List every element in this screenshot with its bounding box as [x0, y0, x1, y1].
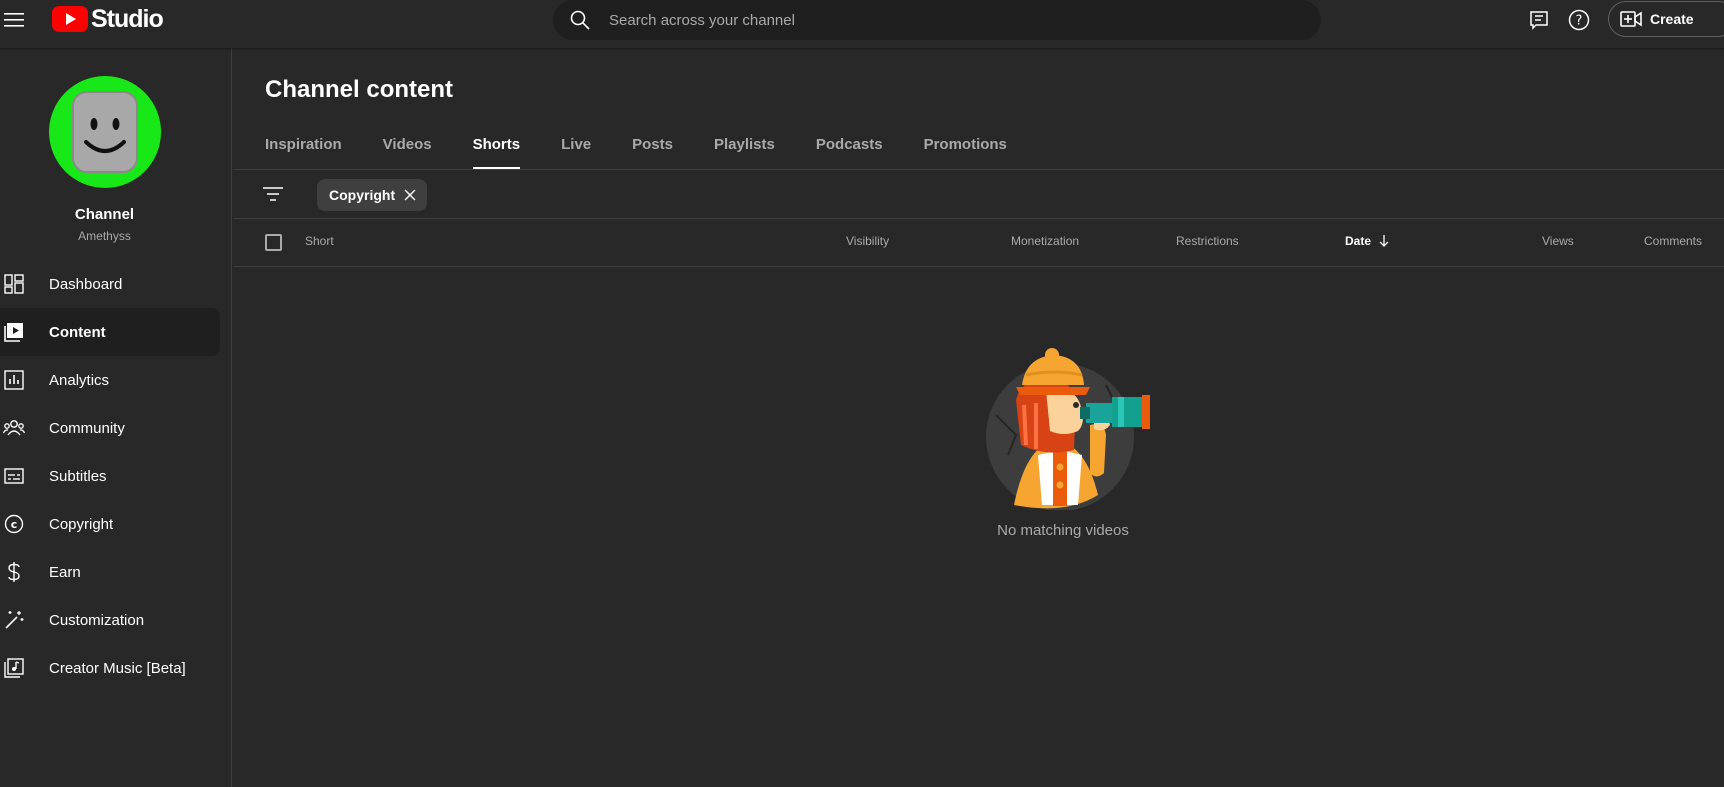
main-content: Channel content Inspiration Videos Short…: [233, 48, 1724, 787]
sidebar: Channel Amethyss Dashboard Content Analy…: [0, 48, 232, 787]
analytics-icon: [3, 369, 25, 391]
sidebar-item-label: Community: [49, 419, 125, 437]
dollar-icon: [3, 561, 25, 583]
sidebar-item-customization[interactable]: Customization: [0, 596, 220, 644]
music-icon: [3, 657, 25, 679]
sidebar-item-label: Copyright: [49, 515, 114, 533]
column-header-restrictions: Restrictions: [1176, 234, 1239, 248]
tab-shorts[interactable]: Shorts: [472, 136, 520, 169]
filter-icon: [263, 187, 283, 201]
menu-icon: [4, 13, 24, 27]
feedback-icon: [1530, 11, 1548, 30]
search-input[interactable]: [609, 11, 1289, 29]
create-video-icon: [1620, 11, 1642, 27]
avatar[interactable]: [49, 76, 161, 188]
channel-handle: Amethyss: [78, 229, 131, 243]
tab-playlists[interactable]: Playlists: [714, 136, 775, 169]
search-bar[interactable]: [553, 0, 1321, 40]
column-header-views: Views: [1542, 234, 1574, 248]
tab-videos[interactable]: Videos: [383, 136, 432, 169]
sidebar-item-label: Earn: [49, 563, 81, 581]
tabs-divider: [233, 169, 1724, 170]
feedback-button[interactable]: [1527, 8, 1551, 32]
sidebar-item-label: Creator Music [Beta]: [49, 659, 186, 677]
sidebar-item-dashboard[interactable]: Dashboard: [0, 260, 220, 308]
content-icon: [3, 321, 25, 343]
close-icon[interactable]: [403, 188, 417, 202]
filter-button[interactable]: [261, 182, 285, 206]
top-header: Studio ?: [0, 0, 1724, 48]
sidebar-item-label: Dashboard: [49, 275, 123, 293]
tab-promotions[interactable]: Promotions: [924, 136, 1007, 169]
sidebar-item-label: Customization: [49, 611, 145, 629]
column-header-date-label: Date: [1345, 234, 1372, 248]
sidebar-nav: Dashboard Content Analytics Community Su…: [0, 260, 220, 692]
sidebar-item-subtitles[interactable]: Subtitles: [0, 452, 220, 500]
studio-app: Studio ?: [0, 0, 1724, 787]
column-header-comments: Comments: [1644, 234, 1703, 248]
search-icon: [568, 8, 592, 32]
studio-logo[interactable]: Studio: [52, 4, 164, 33]
table-header: Short Visibility Monetization Restrictio…: [233, 219, 1724, 266]
content-tabs: Inspiration Videos Shorts Live Posts Pla…: [265, 136, 1048, 169]
tab-inspiration[interactable]: Inspiration: [265, 136, 342, 169]
column-header-visibility: Visibility: [846, 234, 890, 248]
sidebar-item-creator-music[interactable]: Creator Music [Beta]: [0, 644, 220, 692]
empty-state-message: No matching videos: [997, 522, 1129, 539]
filter-chip-copyright[interactable]: Copyright: [317, 179, 428, 211]
tab-live[interactable]: Live: [561, 136, 591, 169]
menu-button[interactable]: [0, 6, 28, 34]
sidebar-item-community[interactable]: Community: [0, 404, 220, 452]
channel-name: Channel: [74, 206, 135, 223]
subtitles-icon: [3, 465, 25, 487]
filter-chip-label: Copyright: [329, 187, 396, 203]
app-name: Studio: [91, 4, 164, 33]
copyright-icon: c: [3, 513, 25, 535]
community-icon: [3, 417, 25, 439]
sidebar-item-earn[interactable]: Earn: [0, 548, 220, 596]
help-icon: ?: [1568, 9, 1590, 31]
sidebar-item-label: Subtitles: [49, 467, 107, 485]
sidebar-item-content[interactable]: Content: [0, 308, 220, 356]
table-header-divider: [233, 266, 1724, 267]
column-header-date[interactable]: Date: [1345, 234, 1391, 248]
sidebar-item-analytics[interactable]: Analytics: [0, 356, 220, 404]
sidebar-item-label: Analytics: [49, 371, 110, 389]
svg-text:c: c: [11, 518, 18, 531]
page-title: Channel content: [265, 76, 454, 103]
magic-wand-icon: [3, 609, 25, 631]
column-header-short: Short: [305, 234, 334, 248]
svg-text:?: ?: [1576, 14, 1583, 29]
tab-posts[interactable]: Posts: [632, 136, 673, 169]
avatar-face-icon: [72, 91, 138, 173]
dashboard-icon: [3, 273, 25, 295]
select-all-checkbox[interactable]: [265, 234, 282, 251]
empty-state-illustration: [986, 348, 1150, 510]
tab-podcasts[interactable]: Podcasts: [816, 136, 883, 169]
help-button[interactable]: ?: [1567, 8, 1591, 32]
youtube-logo-icon: [52, 6, 88, 32]
create-label: Create: [1650, 11, 1694, 27]
column-header-monetization: Monetization: [1011, 234, 1080, 248]
create-button[interactable]: Create: [1608, 1, 1724, 37]
sidebar-item-copyright[interactable]: c Copyright: [0, 500, 220, 548]
sidebar-item-label: Content: [49, 323, 106, 341]
arrow-down-icon: [1379, 235, 1389, 247]
